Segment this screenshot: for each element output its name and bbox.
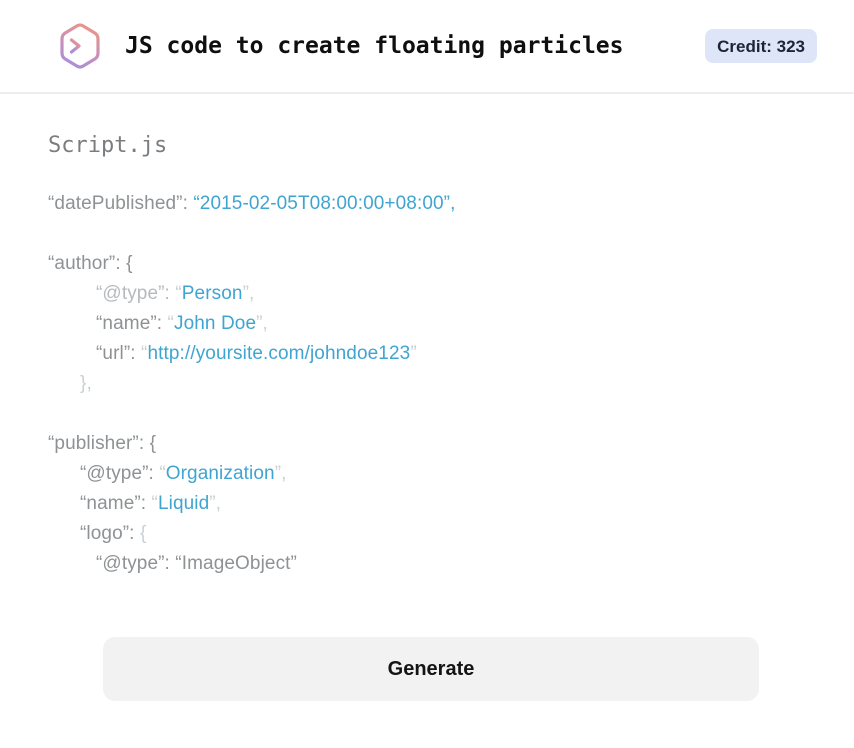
code-line: “name”: “John Doe”, — [96, 313, 268, 334]
code-line: “logo”: { — [80, 523, 147, 544]
code-line: “@type”: “Person”, — [96, 283, 255, 304]
code-block: “datePublished”: “2015-02-05T08:00:00+08… — [48, 189, 806, 579]
code-line: “@type”: “ImageObject” — [96, 553, 297, 574]
terminal-hexagon-icon — [60, 23, 100, 69]
code-line: “datePublished”: “2015-02-05T08:00:00+08… — [48, 193, 456, 214]
code-line: “url”: “http://yoursite.com/johndoe123” — [96, 343, 417, 364]
code-line: “name”: “Liquid”, — [80, 493, 222, 514]
header: JS code to create floating particles Cre… — [0, 0, 854, 94]
filename-heading: Script.js — [48, 133, 168, 158]
main-content: Script.js “datePublished”: “2015-02-05T0… — [0, 94, 854, 701]
generate-button[interactable]: Generate — [103, 637, 759, 701]
credit-badge: Credit: 323 — [705, 29, 817, 63]
code-line: }, — [80, 373, 92, 394]
code-line: “author”: { — [48, 253, 133, 274]
code-line: “@type”: “Organization”, — [80, 463, 287, 484]
code-line: “publisher”: { — [48, 433, 157, 454]
generate-button-row: Generate — [103, 637, 759, 701]
page-title: JS code to create floating particles — [125, 33, 624, 59]
